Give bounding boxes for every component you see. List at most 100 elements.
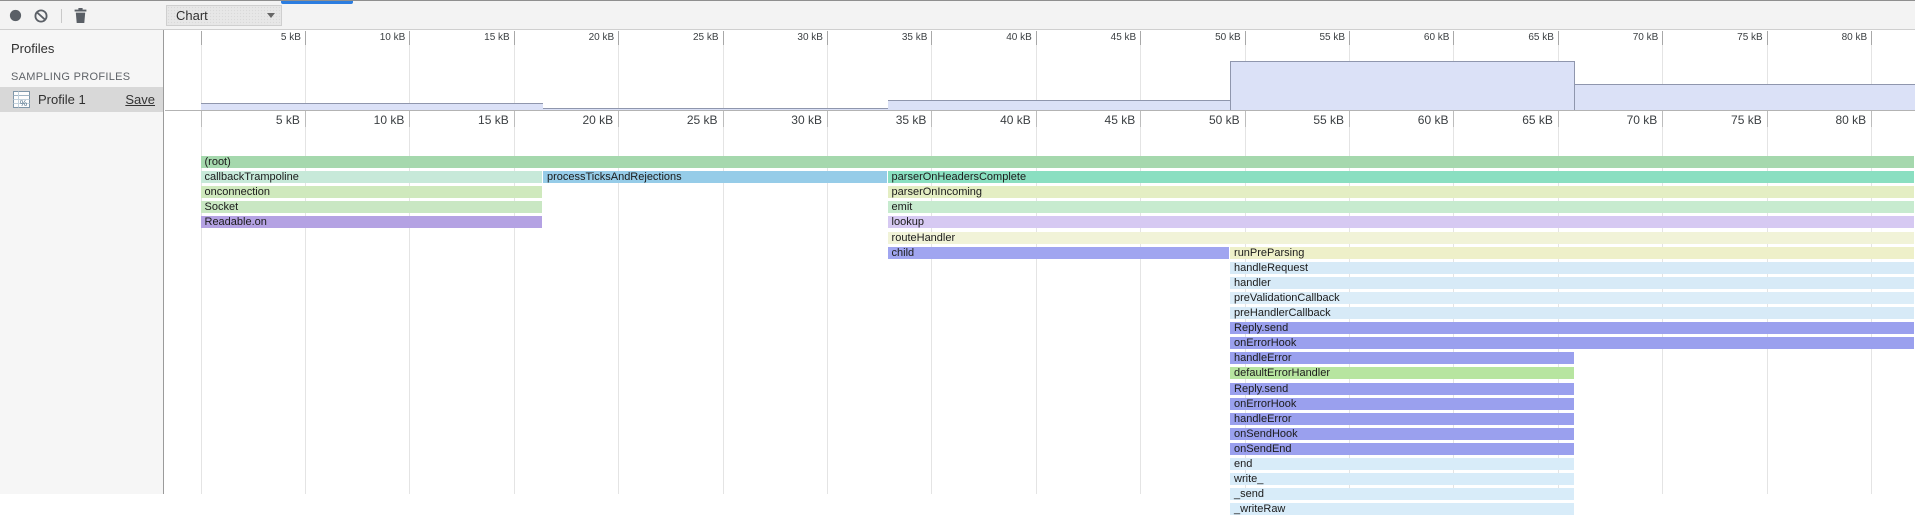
flame-bar-readable.on[interactable]: Readable.on: [201, 216, 542, 228]
ruler-tick: [514, 111, 515, 127]
ruler-tick-label: 80 kB: [1797, 32, 1867, 43]
ruler-tick: [409, 31, 410, 45]
ruler-tick: [1662, 31, 1663, 45]
ruler-tick: [1245, 31, 1246, 45]
profile-grid-icon: %: [13, 91, 30, 108]
ruler-tick-label: 65 kB: [1479, 113, 1553, 127]
save-profile-link[interactable]: Save: [125, 92, 155, 107]
memory-overview[interactable]: [165, 45, 1915, 111]
flame-bar-callbacktrampoline[interactable]: callbackTrampoline: [201, 171, 542, 183]
flame-bar-handleerror[interactable]: handleError: [1230, 352, 1574, 364]
flame-bar-prehandlercallback[interactable]: preHandlerCallback: [1230, 307, 1914, 319]
flame-bar-processticksandrejections[interactable]: processTicksAndRejections: [543, 171, 887, 183]
ruler-tick-label: 10 kB: [330, 113, 404, 127]
sidebar-item-profile-1[interactable]: % Profile 1 Save: [0, 87, 163, 112]
view-mode-select[interactable]: Chart: [166, 5, 282, 26]
ruler-tick: [1558, 31, 1559, 45]
flame-bar-handler[interactable]: handler: [1230, 277, 1914, 289]
flame-bar-child[interactable]: child: [888, 247, 1229, 259]
ruler-tick: [1349, 31, 1350, 45]
ruler-tick: [1558, 111, 1559, 127]
profile-name: Profile 1: [38, 92, 125, 107]
flame-bar-runpreparsing[interactable]: runPreParsing: [1230, 247, 1914, 259]
record-button[interactable]: [3, 1, 27, 30]
flame-bar-routehandler[interactable]: routeHandler: [888, 232, 1914, 244]
ruler-tick: [1349, 111, 1350, 127]
ruler-tick: [1245, 111, 1246, 127]
ruler-tick: [305, 31, 306, 45]
flame-bar-onsendhook[interactable]: onSendHook: [1230, 428, 1574, 440]
ruler-tick: [201, 111, 202, 127]
flame-bar-onerrorhook[interactable]: onErrorHook: [1230, 398, 1574, 410]
flame-bar-prevalidationcallback[interactable]: preValidationCallback: [1230, 292, 1914, 304]
flamechart-ruler: 5 kB10 kB15 kB20 kB25 kB30 kB35 kB40 kB4…: [165, 111, 1915, 127]
flame-bar-end[interactable]: end: [1230, 458, 1574, 470]
flame-bar-handleerror[interactable]: handleError: [1230, 413, 1574, 425]
ruler-tick: [618, 111, 619, 127]
ruler-tick-label: 55 kB: [1275, 32, 1345, 43]
ruler-tick: [1453, 31, 1454, 45]
page-title: Profiles: [11, 41, 54, 56]
ruler-tick: [1871, 111, 1872, 127]
gridline: [514, 45, 515, 111]
delete-profile-button[interactable]: [68, 1, 92, 30]
record-icon: [9, 9, 22, 22]
active-tab-indicator: [281, 1, 353, 4]
gridline: [305, 45, 306, 111]
ruler-tick: [201, 31, 202, 45]
ruler-tick-label: 20 kB: [539, 113, 613, 127]
flame-bar-parseronheaderscomplete[interactable]: parserOnHeadersComplete: [888, 171, 1914, 183]
overview-band: [1230, 61, 1575, 110]
ruler-tick: [409, 111, 410, 127]
overview-ruler: 5 kB10 kB15 kB20 kB25 kB30 kB35 kB40 kB4…: [165, 31, 1915, 45]
flame-bar-_send[interactable]: _send: [1230, 488, 1574, 500]
ruler-tick: [1140, 31, 1141, 45]
ruler-tick-label: 50 kB: [1171, 32, 1241, 43]
flame-bar-socket[interactable]: Socket: [201, 201, 542, 213]
ruler-tick-label: 5 kB: [226, 113, 300, 127]
ruler-tick-label: 30 kB: [748, 113, 822, 127]
ruler-tick: [931, 31, 932, 45]
flame-bar-reply.send[interactable]: Reply.send: [1230, 383, 1574, 395]
view-mode-value: Chart: [176, 8, 267, 23]
ruler-tick: [305, 111, 306, 127]
ruler-tick-label: 25 kB: [644, 113, 718, 127]
flame-bar-parseronincoming[interactable]: parserOnIncoming: [888, 186, 1914, 198]
svg-text:%: %: [20, 99, 27, 108]
ruler-tick: [1871, 31, 1872, 45]
flame-bar-_writeraw[interactable]: _writeRaw: [1230, 503, 1574, 515]
flame-bar-write_[interactable]: write_: [1230, 473, 1574, 485]
ruler-tick-label: 20 kB: [544, 32, 614, 43]
ruler-tick-label: 55 kB: [1270, 113, 1344, 127]
ruler-tick: [1767, 111, 1768, 127]
ruler-tick-label: 10 kB: [335, 32, 405, 43]
flame-bar-emit[interactable]: emit: [888, 201, 1914, 213]
toolbar: Chart: [0, 1, 1915, 30]
ruler-tick-label: 5 kB: [231, 32, 301, 43]
gridline: [723, 45, 724, 111]
ruler-tick-label: 35 kB: [852, 113, 926, 127]
ruler-tick-label: 60 kB: [1379, 32, 1449, 43]
ruler-tick-label: 15 kB: [435, 113, 509, 127]
clear-button[interactable]: [29, 1, 53, 30]
gridline: [827, 45, 828, 111]
trash-icon: [74, 8, 87, 23]
flame-bar-onerrorhook[interactable]: onErrorHook: [1230, 337, 1914, 349]
flame-bar-onconnection[interactable]: onconnection: [201, 186, 542, 198]
flame-bar-reply.send[interactable]: Reply.send: [1230, 322, 1914, 334]
flame-bar-root[interactable]: (root): [201, 156, 1915, 168]
ruler-tick-label: 50 kB: [1166, 113, 1240, 127]
flame-bar-onsendend[interactable]: onSendEnd: [1230, 443, 1574, 455]
flame-bar-defaulterrorhandler[interactable]: defaultErrorHandler: [1230, 367, 1574, 379]
ruler-tick-label: 45 kB: [1061, 113, 1135, 127]
chevron-down-icon: [267, 13, 275, 18]
gridline: [618, 45, 619, 111]
flame-bar-lookup[interactable]: lookup: [888, 216, 1914, 228]
flame-chart-pane: 5 kB10 kB15 kB20 kB25 kB30 kB35 kB40 kB4…: [165, 30, 1915, 494]
flame-bar-handlerequest[interactable]: handleRequest: [1230, 262, 1914, 274]
ruler-tick: [827, 111, 828, 127]
overview-band: [1575, 84, 1915, 110]
overview-band: [201, 103, 543, 110]
ruler-tick: [1767, 31, 1768, 45]
clear-icon: [34, 9, 48, 23]
